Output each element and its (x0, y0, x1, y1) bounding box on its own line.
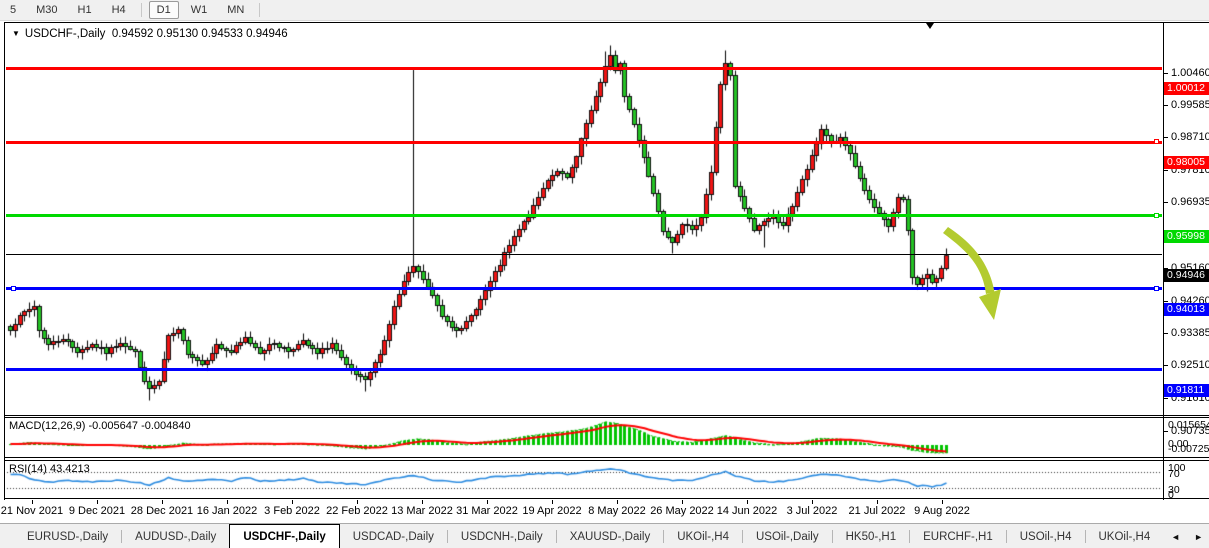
rsi-canvas[interactable] (5, 461, 1163, 497)
macd-scale-label: 0.015654 (1168, 419, 1209, 431)
price-tick-label: 1.00460 (1171, 67, 1209, 79)
timeframe-button-D1[interactable]: D1 (149, 1, 179, 19)
price-level-line-0.94013[interactable] (6, 287, 1162, 290)
timeframe-button-H1[interactable]: H1 (70, 1, 100, 19)
price-tick-label: 0.92510 (1171, 359, 1209, 371)
price-tag-0.94013: 0.94013 (1164, 303, 1209, 316)
date-tick-mark (552, 500, 553, 504)
date-tick-mark (877, 500, 878, 504)
timeframe-button-5[interactable]: 5 (2, 1, 24, 19)
chart-dropdown-icon[interactable]: ▼ (12, 29, 20, 38)
symbol-tab-usdcnh-daily[interactable]: USDCNH-,Daily (448, 524, 556, 548)
timeframe-button-W1[interactable]: W1 (183, 1, 216, 19)
chart-shift-marker-icon[interactable] (926, 23, 934, 29)
price-level-line-1.00012[interactable] (6, 67, 1162, 70)
date-tick-mark (942, 500, 943, 504)
price-tick-mark (1163, 431, 1168, 432)
timeframe-button-MN[interactable]: MN (219, 1, 252, 19)
chart-symbol-label: USDCHF-,Daily (25, 28, 106, 40)
price-chart-panel[interactable]: ▼ USDCHF-,Daily 0.94592 0.95130 0.94533 0… (5, 23, 1163, 413)
timeframe-button-H4[interactable]: H4 (104, 1, 134, 19)
timeframe-button-M30[interactable]: M30 (28, 1, 65, 19)
date-tick-mark (292, 500, 293, 504)
timeframe-toolbar: 5M30 H1H4 D1W1MN (0, 0, 1209, 21)
price-tick-mark (1163, 398, 1168, 399)
price-tick-label: 0.93385 (1171, 327, 1209, 339)
symbol-tab-usoil-h4[interactable]: USOil-,H4 (1007, 524, 1085, 548)
macd-label: MACD(12,26,9) -0.005647 -0.004840 (9, 420, 191, 432)
symbol-tab-audusd-daily[interactable]: AUDUSD-,Daily (122, 524, 229, 548)
line-drag-handle[interactable] (1154, 286, 1159, 291)
price-level-line-0.94946[interactable] (6, 254, 1162, 255)
price-tick-label: 0.99585 (1171, 99, 1209, 111)
chart-ohlc-values: 0.94592 0.95130 0.94533 0.94946 (112, 28, 288, 40)
price-tag-0.91811: 0.91811 (1164, 384, 1209, 397)
macd-indicator-panel[interactable]: MACD(12,26,9) -0.005647 -0.004840 (5, 418, 1163, 456)
price-tick-mark (1163, 301, 1168, 302)
symbol-tab-usdcad-daily[interactable]: USDCAD-,Daily (340, 524, 447, 548)
date-tick-mark (162, 500, 163, 504)
symbol-tab-bar: EURUSD-,DailyAUDUSD-,DailyUSDCHF-,DailyU… (0, 523, 1209, 548)
price-tag-0.98005: 0.98005 (1164, 156, 1209, 169)
macd-scale-label: -0.007259 (1168, 443, 1209, 455)
date-tick-mark (682, 500, 683, 504)
rsi-label: RSI(14) 43.4213 (9, 463, 90, 475)
price-tag-0.95998: 0.95998 (1164, 230, 1209, 243)
price-tick-mark (1163, 105, 1168, 106)
price-tag-0.94946: 0.94946 (1164, 269, 1209, 282)
rsi-panel-bottom-border (4, 498, 1209, 499)
date-tick-mark (357, 500, 358, 504)
line-drag-handle[interactable] (11, 286, 16, 291)
date-label: 9 Aug 2022 (897, 505, 987, 517)
symbol-tab-eurchf-h1[interactable]: EURCHF-,H1 (910, 524, 1006, 548)
line-drag-handle[interactable] (1154, 213, 1159, 218)
tab-scroll-left-icon[interactable]: ◄ (1171, 532, 1180, 542)
symbol-tab-usoil-daily[interactable]: USOil-,Daily (743, 524, 832, 548)
line-drag-handle[interactable] (1154, 139, 1159, 144)
date-tick-mark (422, 500, 423, 504)
symbol-tab-eurusd-daily[interactable]: EURUSD-,Daily (14, 524, 121, 548)
price-tick-mark (1163, 170, 1168, 171)
price-tick-mark (1163, 365, 1168, 366)
toolbar-separator (141, 3, 142, 17)
price-tick-mark (1163, 73, 1168, 74)
symbol-tab-hk50-h1[interactable]: HK50-,H1 (833, 524, 910, 548)
main-panel-bottom-border (4, 415, 1209, 416)
tab-scroll-right-icon[interactable]: ► (1194, 532, 1203, 542)
symbol-tab-ukoil-h4[interactable]: UKOil-,H4 (1086, 524, 1164, 548)
candlestick-canvas[interactable] (5, 23, 1163, 413)
rsi-scale-label: 70 (1168, 468, 1180, 480)
price-level-line-0.95998[interactable] (6, 214, 1162, 217)
date-tick-mark (97, 500, 98, 504)
price-tick-label: 0.96935 (1171, 196, 1209, 208)
date-tick-mark (32, 500, 33, 504)
price-level-line-0.98005[interactable] (6, 141, 1162, 144)
date-tick-mark (487, 500, 488, 504)
symbol-tab-ukoil-h4[interactable]: UKOil-,H4 (664, 524, 742, 548)
trading-terminal-window: 5M30 H1H4 D1W1MN ▼ USDCHF-,Daily 0.94592 0.… (0, 0, 1209, 548)
price-tag-1.00012: 1.00012 (1164, 82, 1209, 95)
chart-title: ▼ USDCHF-,Daily 0.94592 0.95130 0.94533 0… (12, 28, 288, 40)
date-tick-mark (747, 500, 748, 504)
date-tick-mark (812, 500, 813, 504)
price-tick-mark (1163, 333, 1168, 334)
time-axis: 21 Nov 20219 Dec 202128 Dec 202116 Jan 2… (0, 500, 1209, 522)
rsi-indicator-panel[interactable]: RSI(14) 43.4213 (5, 461, 1163, 497)
symbol-tab-xauusd-daily[interactable]: XAUUSD-,Daily (557, 524, 664, 548)
price-tick-mark (1163, 202, 1168, 203)
date-tick-mark (617, 500, 618, 504)
tabs-holder: EURUSD-,DailyAUDUSD-,DailyUSDCHF-,DailyU… (14, 524, 1163, 548)
date-tick-mark (227, 500, 228, 504)
macd-panel-bottom-border (4, 457, 1209, 458)
tab-scroll-buttons: ◄ ► (1171, 524, 1203, 548)
price-tick-label: 0.98710 (1171, 131, 1209, 143)
price-level-line-0.91811[interactable] (6, 368, 1162, 371)
chart-window: ▼ USDCHF-,Daily 0.94592 0.95130 0.94533 0… (0, 21, 1209, 523)
toolbar-separator (259, 3, 260, 17)
price-tick-mark (1163, 137, 1168, 138)
symbol-tab-usdchf-daily[interactable]: USDCHF-,Daily (229, 524, 339, 548)
